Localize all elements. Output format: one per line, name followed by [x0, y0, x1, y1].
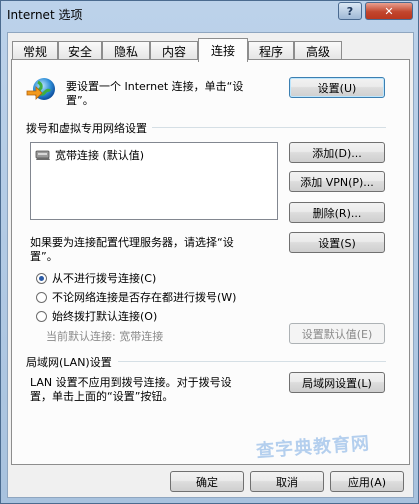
setup-text-2: 置”。 [66, 94, 94, 107]
tab-general[interactable]: 常规 [12, 41, 58, 60]
radio-dial-whenever[interactable]: 不论网络连接是否存在都进行拨号(W) [36, 289, 236, 305]
tab-content[interactable]: 内容 [150, 41, 198, 60]
radio-never-dial-label: 从不进行拨号连接(C) [52, 272, 157, 285]
remove-button[interactable]: 删除(R)... [289, 202, 385, 223]
add-vpn-button[interactable]: 添加 VPN(P)... [289, 171, 385, 192]
radio-never-dial[interactable]: 从不进行拨号连接(C) [36, 270, 156, 286]
ok-button[interactable]: 确定 [170, 471, 244, 492]
radio-never-dial-indicator[interactable] [36, 272, 47, 284]
proxy-settings-button[interactable]: 设置(S) [289, 232, 385, 253]
broadband-connection-icon [35, 150, 50, 160]
apply-button[interactable]: 应用(A) [330, 471, 404, 492]
dialup-divider [152, 127, 386, 128]
lan-settings-button[interactable]: 局域网设置(L) [289, 372, 385, 393]
list-item[interactable]: 宽带连接 (默认值) [35, 147, 144, 163]
dialup-vpn-header: 拨号和虚拟专用网络设置 [26, 122, 147, 135]
internet-options-window: Internet 选项 ? ✕ 常规 安全 隐私 内容 连接 程序 高级 要设置… [0, 0, 419, 504]
radio-dial-whenever-indicator[interactable] [36, 291, 47, 303]
tab-security[interactable]: 安全 [58, 41, 102, 60]
radio-always-dial[interactable]: 始终拨打默认连接(O) [36, 308, 157, 324]
tab-advanced[interactable]: 高级 [294, 41, 342, 60]
set-default-button[interactable]: 设置默认值(E) [289, 323, 385, 344]
connections-listbox[interactable]: 宽带连接 (默认值) [30, 142, 278, 220]
radio-always-dial-indicator[interactable] [36, 310, 47, 322]
lan-settings-header: 局域网(LAN)设置 [26, 356, 112, 369]
proxy-text-1: 如果要为连接配置代理服务器，请选择“设 [30, 236, 234, 249]
lan-divider [118, 361, 386, 362]
setup-button[interactable]: 设置(U) [289, 77, 385, 98]
dialog-body: 常规 安全 隐私 内容 连接 程序 高级 要设置一个 Internet 连接，单… [7, 32, 414, 498]
add-button[interactable]: 添加(D)... [289, 142, 385, 163]
help-button[interactable]: ? [338, 2, 362, 20]
radio-always-dial-label: 始终拨打默认连接(O) [52, 310, 158, 323]
radio-dial-whenever-label: 不论网络连接是否存在都进行拨号(W) [52, 291, 237, 304]
tab-programs[interactable]: 程序 [248, 41, 294, 60]
tab-connections[interactable]: 连接 [198, 38, 248, 62]
current-default-label: 当前默认连接: 宽带连接 [46, 330, 164, 343]
internet-globe-icon [26, 78, 55, 100]
broadband-connection-label: 宽带连接 (默认值) [55, 149, 145, 162]
tab-privacy[interactable]: 隐私 [102, 41, 150, 60]
window-title: Internet 选项 [7, 8, 83, 22]
cancel-button[interactable]: 取消 [250, 471, 324, 492]
close-button[interactable]: ✕ [365, 2, 413, 20]
lan-text-2: 置，单击上面的“设置”按钮。 [30, 390, 174, 403]
proxy-text-2: 置”。 [30, 250, 58, 263]
connections-panel: 要设置一个 Internet 连接，单击“设 置”。 设置(U) 拨号和虚拟专用… [11, 59, 410, 465]
